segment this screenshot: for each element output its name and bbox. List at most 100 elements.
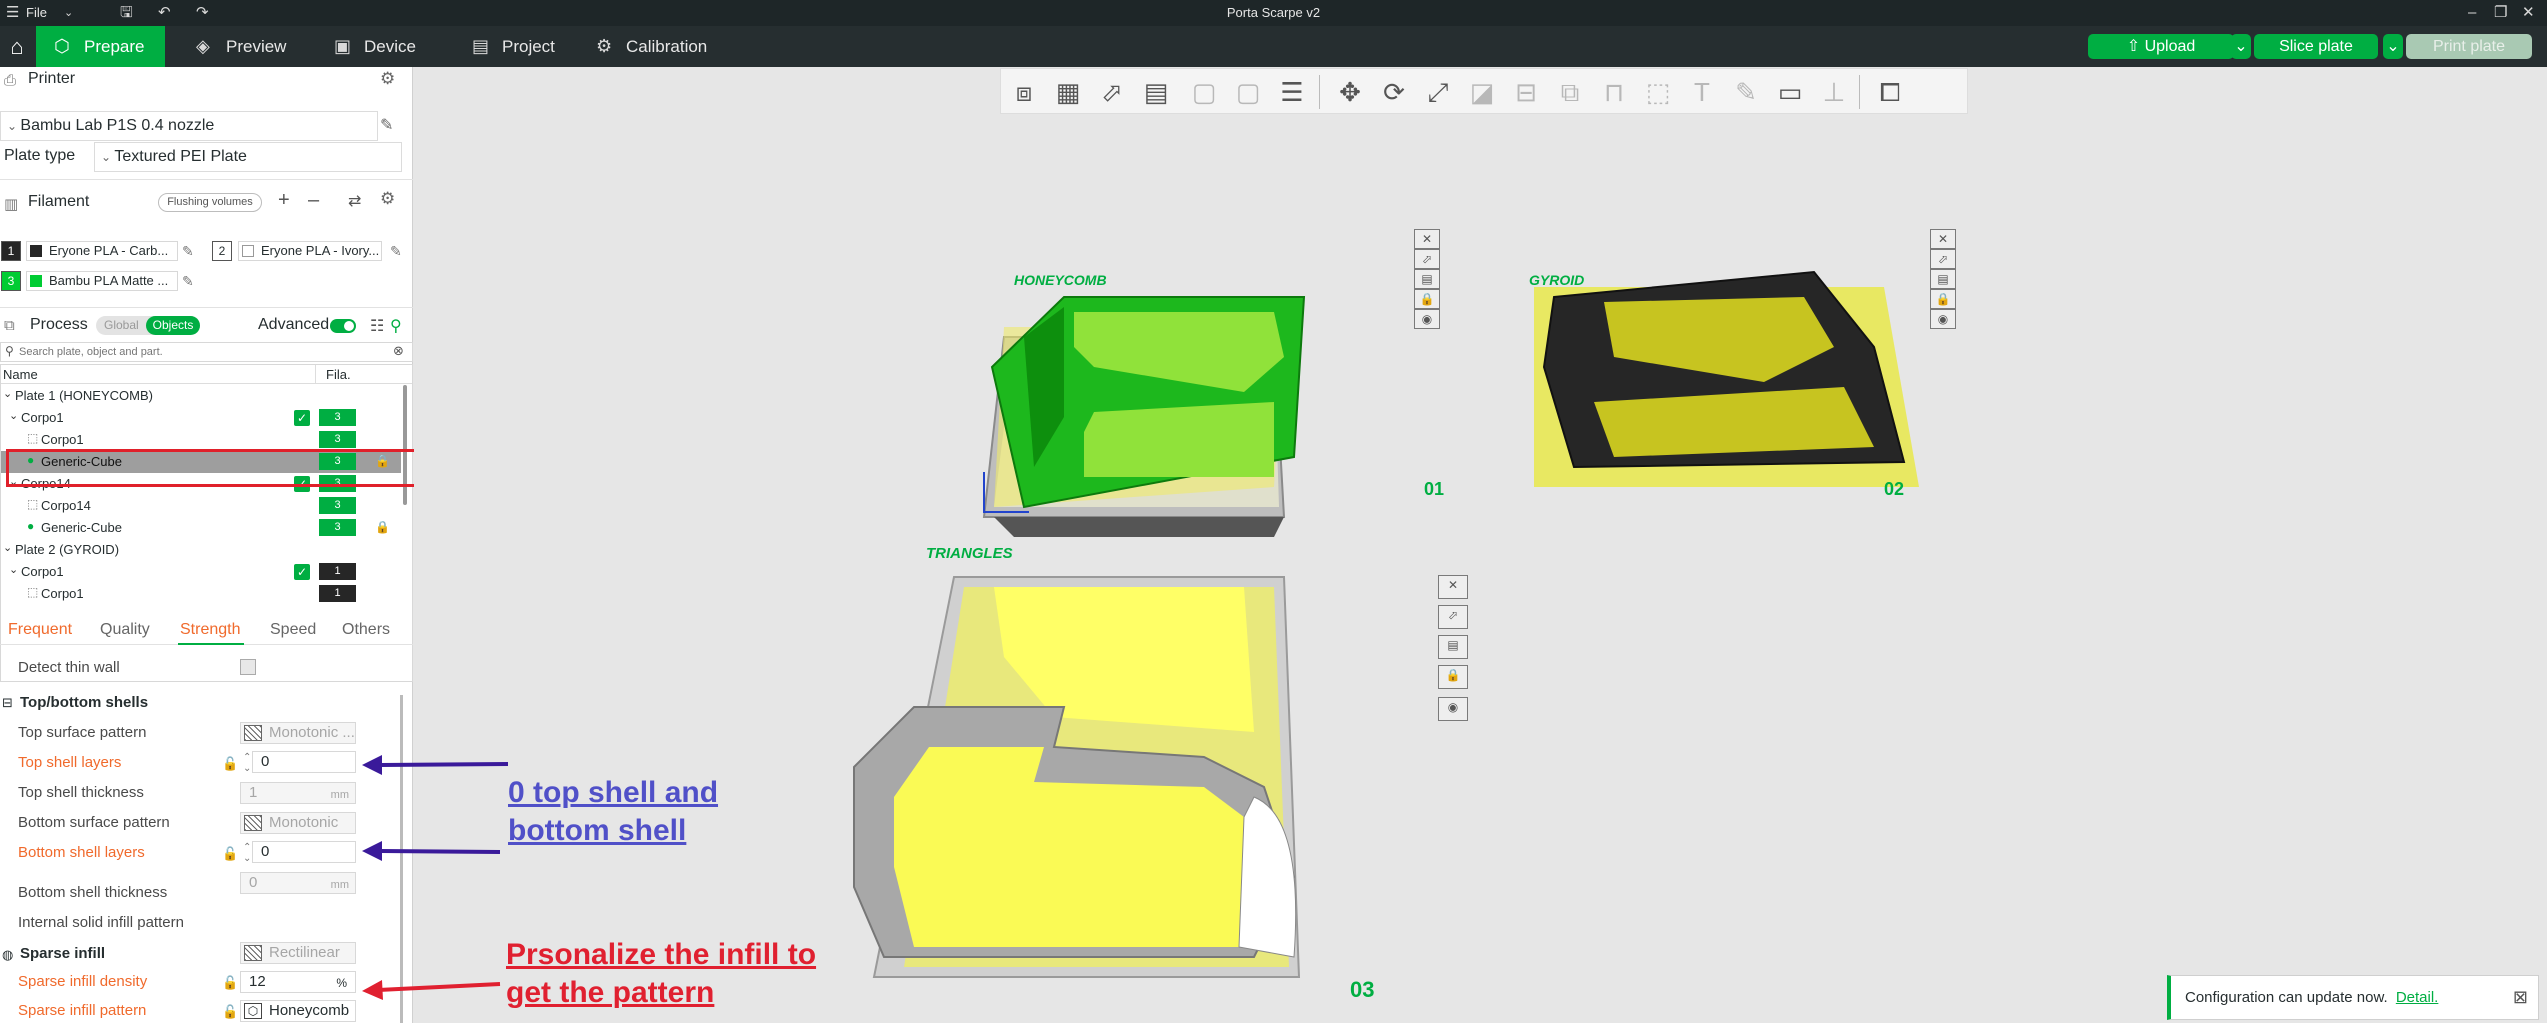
toggle-objects[interactable]: Objects [146, 316, 200, 335]
split-view-icon[interactable]: ⧠ [1871, 73, 1909, 111]
rotate-icon[interactable]: ⟳ [1375, 73, 1413, 111]
filament-select-2[interactable]: Eryone PLA - Ivory... [238, 241, 382, 261]
print-options-button[interactable]: ⌄ [2383, 34, 2403, 59]
collapse-icon[interactable]: ⊟ [2, 695, 13, 711]
filament-badge[interactable]: 1 [319, 563, 356, 580]
home-icon[interactable]: ⌂ [0, 26, 34, 67]
sparse-infill-pattern-select[interactable]: ⬡ Honeycomb [240, 1000, 356, 1022]
cut-icon[interactable]: ⊟ [1507, 73, 1545, 111]
expand-chevron-icon[interactable]: ⌄ [3, 541, 12, 554]
toggle-global[interactable]: Global [104, 318, 139, 332]
expand-chevron-icon[interactable]: ⌄ [9, 409, 18, 422]
tab-quality[interactable]: Quality [100, 621, 150, 639]
lock-icon[interactable]: 🔓 [222, 846, 238, 862]
object-list-row[interactable]: ⌄ Corpo1 ✓ 3 [1, 407, 401, 429]
maximize-icon[interactable]: ❐ [2494, 4, 2507, 22]
edit-printer-icon[interactable]: ✎ [380, 115, 393, 135]
scale-icon[interactable]: ⤢ [1419, 73, 1457, 111]
tab-speed[interactable]: Speed [270, 621, 316, 639]
filament-settings-gear-icon[interactable]: ⚙ [380, 189, 395, 209]
plate-1-orient-icon[interactable]: ⬀ [1414, 249, 1440, 269]
lock-icon[interactable]: 🔓 [222, 756, 238, 772]
plate-3-lock-icon[interactable]: 🔒 [1438, 665, 1468, 689]
printer-select[interactable]: ⌄ Bambu Lab P1S 0.4 nozzle [0, 111, 378, 141]
3d-viewport[interactable]: ⧈ ▦ ⬀ ▤ ▢ ▢ ☰ ✥ ⟳ ⤢ ◪ ⊟ ⧉ ⊓ ⬚ T ✎ ▭ ⊥ ⧠ [414, 67, 2547, 1023]
plate-2-arrange-icon[interactable]: ▤ [1930, 269, 1956, 289]
filament-badge[interactable]: 3 [319, 497, 356, 514]
expand-chevron-icon[interactable]: ⌄ [3, 387, 12, 400]
assembly-icon[interactable]: ⊥ [1815, 73, 1853, 111]
filament-badge[interactable]: 3 [319, 431, 356, 448]
arrange-icon[interactable]: ▤ [1137, 73, 1175, 111]
add-object-icon[interactable]: ⧈ [1005, 73, 1043, 111]
filament-badge[interactable]: 1 [319, 585, 356, 602]
internal-solid-pattern-select[interactable]: Rectilinear [240, 942, 356, 964]
bottom-shell-layers-input[interactable]: 0 [252, 841, 356, 863]
edit-filament-icon[interactable]: ✎ [390, 243, 402, 260]
measure-icon[interactable]: ▭ [1771, 73, 1809, 111]
plate-1-visibility-icon[interactable]: ◉ [1414, 309, 1440, 329]
object-list-scrollbar[interactable] [403, 385, 407, 505]
plate-3-close-icon[interactable]: ✕ [1438, 575, 1468, 599]
auto-orient-icon[interactable]: ⬀ [1093, 73, 1131, 111]
slice-plate-button[interactable]: Slice plate [2254, 34, 2378, 59]
tab-strength[interactable]: Strength [180, 621, 240, 639]
filament-badge[interactable]: 3 [319, 409, 356, 426]
top-shell-thickness-input[interactable]: 1 mm [240, 782, 356, 804]
detect-thin-wall-checkbox[interactable] [240, 659, 256, 675]
edit-filament-icon[interactable]: ✎ [182, 273, 194, 290]
visibility-checkbox[interactable]: ✓ [294, 564, 310, 580]
object-list-row[interactable]: ⬚ Corpo14 3 [1, 495, 401, 517]
stepper-arrows-icon[interactable]: ⌃ ⌄ [243, 752, 251, 774]
layers-list-icon[interactable]: ☰ [1273, 73, 1311, 111]
object-list-row[interactable]: ⬚ Corpo1 1 [1, 583, 401, 605]
plate-2-close-icon[interactable]: ✕ [1930, 229, 1956, 249]
plate-1-close-icon[interactable]: ✕ [1414, 229, 1440, 249]
filament-slot-3[interactable]: 3 [1, 271, 21, 291]
tab-device[interactable]: ▣ Device [316, 26, 446, 67]
sparse-infill-density-input[interactable]: 12% [240, 971, 356, 993]
lock-icon[interactable]: 🔓 [222, 975, 238, 991]
flushing-volumes-button[interactable]: Flushing volumes [158, 193, 262, 212]
text-icon[interactable]: T [1683, 73, 1721, 111]
filament-select-3[interactable]: Bambu PLA Matte ... [26, 271, 178, 291]
print-plate-button[interactable]: Print plate [2406, 34, 2532, 59]
sync-filament-icon[interactable]: ⇄ [348, 191, 361, 211]
advanced-toggle[interactable] [330, 319, 356, 333]
tab-project[interactable]: ▤ Project [454, 26, 584, 67]
plate-2-lock-icon[interactable]: 🔒 [1930, 289, 1956, 309]
tab-preview[interactable]: ◈ Preview [178, 26, 308, 67]
visibility-checkbox[interactable]: ✓ [294, 410, 310, 426]
copy-icon[interactable]: ▢ [1185, 73, 1223, 111]
search-input[interactable] [19, 344, 379, 360]
plate-2-orient-icon[interactable]: ⬀ [1930, 249, 1956, 269]
tab-prepare[interactable]: ⬡ Prepare [36, 26, 165, 67]
tab-others[interactable]: Others [342, 621, 390, 639]
add-filament-icon[interactable]: + [278, 189, 290, 212]
lay-on-face-icon[interactable]: ◪ [1463, 73, 1501, 111]
global-objects-toggle[interactable]: Global Objects [96, 316, 200, 335]
seam-paint-icon[interactable]: ⬚ [1639, 73, 1677, 111]
remove-filament-icon[interactable]: – [308, 189, 319, 212]
filament-slot-1[interactable]: 1 [1, 241, 21, 261]
notification-detail-link[interactable]: Detail. [2396, 989, 2439, 1006]
object-list-row[interactable]: ● Generic-Cube 3 🔒 [1, 517, 401, 539]
plate-3-orient-icon[interactable]: ⬀ [1438, 605, 1468, 629]
top-surface-pattern-select[interactable]: Monotonic ... [240, 722, 356, 744]
lock-icon[interactable]: 🔒 [375, 520, 390, 534]
process-compare-icon[interactable]: ⚲ [390, 316, 402, 336]
plate-3-visibility-icon[interactable]: ◉ [1438, 697, 1468, 721]
move-icon[interactable]: ✥ [1331, 73, 1369, 111]
boolean-icon[interactable]: ⧉ [1551, 73, 1589, 111]
support-paint-icon[interactable]: ⊓ [1595, 73, 1633, 111]
clear-search-icon[interactable]: ⊗ [393, 343, 404, 359]
stepper-arrows-icon[interactable]: ⌃ ⌄ [243, 842, 251, 864]
minimize-icon[interactable]: – [2468, 4, 2476, 22]
filament-badge[interactable]: 3 [319, 519, 356, 536]
object-list-row[interactable]: ⌄ Plate 2 (GYROID) [1, 539, 401, 561]
close-icon[interactable]: ✕ [2522, 4, 2535, 22]
close-icon[interactable]: ⊠ [2513, 976, 2528, 1019]
plate-1-arrange-icon[interactable]: ▤ [1414, 269, 1440, 289]
color-paint-icon[interactable]: ✎ [1727, 73, 1765, 111]
plate-2[interactable]: GYROID 02 [1514, 217, 1934, 557]
